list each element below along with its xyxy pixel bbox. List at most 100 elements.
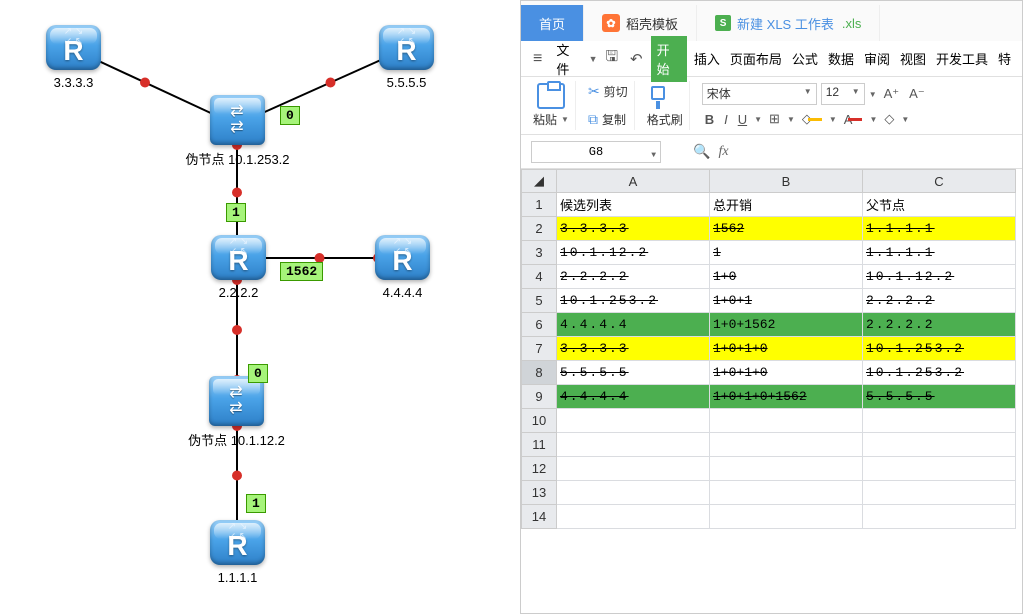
switch-node[interactable]: ⇄⇄伪节点 10.1.12.2 bbox=[209, 376, 264, 426]
cell[interactable]: 10.1.253.2 bbox=[863, 361, 1016, 385]
save-icon[interactable]: 🖫 bbox=[602, 48, 623, 70]
row-header[interactable]: 6 bbox=[522, 313, 557, 337]
switch-node[interactable]: ⇄⇄伪节点 10.1.253.2 bbox=[210, 95, 265, 145]
row-header[interactable]: 11 bbox=[522, 433, 557, 457]
cell[interactable] bbox=[710, 457, 863, 481]
cell[interactable]: 2.2.2.2 bbox=[863, 289, 1016, 313]
cell[interactable] bbox=[863, 409, 1016, 433]
cell[interactable]: 1+0+1+0 bbox=[710, 337, 863, 361]
eraser-button[interactable]: ◇ bbox=[881, 110, 897, 128]
row-header[interactable]: 14 bbox=[522, 505, 557, 529]
chevron-down-icon[interactable]: ▼ bbox=[589, 54, 598, 64]
copy-button[interactable]: ⧉复制 bbox=[588, 111, 628, 128]
ribbon-review[interactable]: 审阅 bbox=[861, 45, 893, 72]
ribbon-view[interactable]: 视图 bbox=[897, 45, 929, 72]
cell[interactable]: 2.2.2.2 bbox=[863, 313, 1016, 337]
cell[interactable]: 4.4.4.4 bbox=[557, 313, 710, 337]
cell[interactable]: 10.1.12.2 bbox=[863, 265, 1016, 289]
cell[interactable]: 5.5.5.5 bbox=[557, 361, 710, 385]
cell[interactable]: 2.2.2.2 bbox=[557, 265, 710, 289]
fx-icon[interactable]: fx bbox=[718, 144, 728, 160]
brush-icon[interactable] bbox=[647, 83, 669, 111]
router-1.1.1.1[interactable]: ↗ ↘↙ ↖R1.1.1.1 bbox=[210, 520, 265, 565]
font-select[interactable]: 宋体 bbox=[702, 83, 817, 105]
ribbon-extra[interactable]: 特 bbox=[995, 45, 1014, 72]
row-header[interactable]: 4 bbox=[522, 265, 557, 289]
cell[interactable]: 3.3.3.3 bbox=[557, 337, 710, 361]
size-select[interactable]: 12 bbox=[821, 83, 865, 105]
cell[interactable]: 1.1.1.1 bbox=[863, 217, 1016, 241]
cell[interactable]: 候选列表 bbox=[557, 193, 710, 217]
cell[interactable]: 10.1.253.2 bbox=[557, 289, 710, 313]
cell[interactable]: 3.3.3.3 bbox=[557, 217, 710, 241]
size-down-button[interactable]: A⁻ bbox=[906, 85, 928, 103]
router-2.2.2.2[interactable]: ↗ ↘↙ ↖R2.2.2.2 bbox=[211, 235, 266, 280]
row-header[interactable]: 10 bbox=[522, 409, 557, 433]
cell[interactable]: 1+0+1+0+1562 bbox=[710, 385, 863, 409]
row-header[interactable]: 1 bbox=[522, 193, 557, 217]
cell[interactable] bbox=[710, 433, 863, 457]
cut-button[interactable]: ✂剪切 bbox=[588, 83, 628, 100]
router-5.5.5.5[interactable]: ↗ ↘↙ ↖R5.5.5.5 bbox=[379, 25, 434, 70]
cell[interactable]: 1562 bbox=[710, 217, 863, 241]
ribbon-layout[interactable]: 页面布局 bbox=[727, 45, 785, 72]
cell[interactable]: 1+0+1 bbox=[710, 289, 863, 313]
row-header[interactable]: 13 bbox=[522, 481, 557, 505]
cell[interactable] bbox=[863, 505, 1016, 529]
ribbon-devtools[interactable]: 开发工具 bbox=[933, 45, 991, 72]
bold-button[interactable]: B bbox=[702, 111, 717, 128]
cell[interactable]: 4.4.4.4 bbox=[557, 385, 710, 409]
ribbon-insert[interactable]: 插入 bbox=[691, 45, 723, 72]
select-all-corner[interactable]: ◢ bbox=[522, 170, 557, 193]
row-header[interactable]: 3 bbox=[522, 241, 557, 265]
cell[interactable] bbox=[557, 481, 710, 505]
cell[interactable] bbox=[557, 409, 710, 433]
ribbon-data[interactable]: 数据 bbox=[825, 45, 857, 72]
paste-icon[interactable] bbox=[537, 83, 565, 109]
router-4.4.4.4[interactable]: ↗ ↘↙ ↖R4.4.4.4 bbox=[375, 235, 430, 280]
hamburger-icon[interactable]: ≡ bbox=[529, 50, 546, 68]
cell[interactable]: 1+0 bbox=[710, 265, 863, 289]
underline-button[interactable]: U bbox=[735, 111, 750, 128]
cell[interactable]: 10.1.12.2 bbox=[557, 241, 710, 265]
ribbon-formula[interactable]: 公式 bbox=[789, 45, 821, 72]
cell[interactable]: 1+0+1562 bbox=[710, 313, 863, 337]
row-header[interactable]: 12 bbox=[522, 457, 557, 481]
cell[interactable] bbox=[557, 433, 710, 457]
cell[interactable]: 10.1.253.2 bbox=[863, 337, 1016, 361]
row-header[interactable]: 5 bbox=[522, 289, 557, 313]
cell[interactable]: 1+0+1+0 bbox=[710, 361, 863, 385]
cell[interactable] bbox=[863, 481, 1016, 505]
cell[interactable] bbox=[863, 457, 1016, 481]
cell[interactable]: 1 bbox=[710, 241, 863, 265]
cell[interactable] bbox=[863, 433, 1016, 457]
search-icon[interactable]: 🔍 bbox=[693, 143, 710, 160]
file-menu[interactable]: 文件 bbox=[550, 36, 586, 82]
undo-icon[interactable]: ↶ bbox=[626, 48, 647, 70]
cell[interactable] bbox=[557, 457, 710, 481]
border-button[interactable]: ⊞ bbox=[766, 110, 783, 128]
col-header-c[interactable]: C bbox=[863, 170, 1016, 193]
row-header[interactable]: 9 bbox=[522, 385, 557, 409]
ribbon-start[interactable]: 开始 bbox=[651, 36, 687, 82]
size-up-button[interactable]: A⁺ bbox=[881, 85, 903, 103]
col-header-a[interactable]: A bbox=[557, 170, 710, 193]
row-header[interactable]: 2 bbox=[522, 217, 557, 241]
cell[interactable]: 父节点 bbox=[863, 193, 1016, 217]
cell[interactable]: 1.1.1.1 bbox=[863, 241, 1016, 265]
cell[interactable]: 5.5.5.5 bbox=[863, 385, 1016, 409]
cell[interactable] bbox=[710, 505, 863, 529]
italic-button[interactable]: I bbox=[721, 111, 731, 128]
tab-file[interactable]: S 新建 XLS 工作表.xls bbox=[697, 5, 880, 41]
paste-button[interactable]: 粘贴 bbox=[533, 111, 557, 128]
cell[interactable] bbox=[710, 409, 863, 433]
name-box[interactable]: G8 bbox=[531, 141, 661, 163]
row-header[interactable]: 7 bbox=[522, 337, 557, 361]
format-brush-button[interactable]: 格式刷 bbox=[647, 111, 683, 128]
router-3.3.3.3[interactable]: ↗ ↘↙ ↖R3.3.3.3 bbox=[46, 25, 101, 70]
col-header-b[interactable]: B bbox=[710, 170, 863, 193]
spreadsheet[interactable]: ◢ A B C 1 候选列表 总开销 父节点 23.3.3.315621.1.1… bbox=[521, 169, 1022, 529]
cell[interactable] bbox=[557, 505, 710, 529]
cell[interactable] bbox=[710, 481, 863, 505]
row-header[interactable]: 8 bbox=[522, 361, 557, 385]
